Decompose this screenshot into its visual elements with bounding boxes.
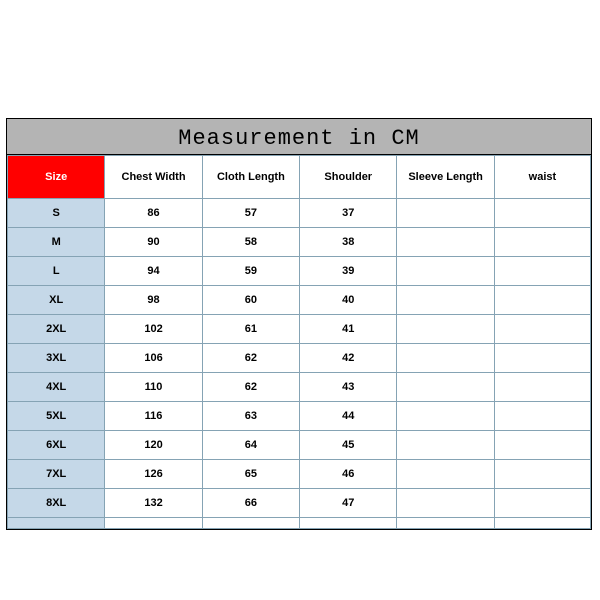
cell-cloth_length: 60 — [202, 286, 299, 315]
cell-sleeve_length — [397, 257, 494, 286]
cell-cloth_length: 62 — [202, 344, 299, 373]
cell-size: 7XL — [8, 460, 105, 489]
cell-chest_width: 86 — [105, 199, 202, 228]
table-row: L945939 — [8, 257, 591, 286]
cell-cloth_length: 66 — [202, 489, 299, 518]
cell-waist — [494, 228, 590, 257]
cell-shoulder: 47 — [300, 489, 397, 518]
cell-chest_width: 94 — [105, 257, 202, 286]
cell-shoulder: 44 — [300, 402, 397, 431]
table-row: M905838 — [8, 228, 591, 257]
cell-size: 3XL — [8, 344, 105, 373]
cell-cloth_length: 62 — [202, 373, 299, 402]
cell-sleeve_length — [397, 199, 494, 228]
cell-sleeve_length — [397, 402, 494, 431]
table-row: 8XL1326647 — [8, 489, 591, 518]
cell-shoulder: 42 — [300, 344, 397, 373]
cell-cloth_length: 61 — [202, 315, 299, 344]
cell-size: 6XL — [8, 431, 105, 460]
table-row: 3XL1066242 — [8, 344, 591, 373]
cell-chest_width: 98 — [105, 286, 202, 315]
cell-sleeve_length — [397, 489, 494, 518]
cell-size: 8XL — [8, 489, 105, 518]
spacer-cell — [300, 518, 397, 529]
cell-waist — [494, 489, 590, 518]
spacer-cell — [105, 518, 202, 529]
cell-shoulder: 43 — [300, 373, 397, 402]
cell-sleeve_length — [397, 315, 494, 344]
cell-cloth_length: 59 — [202, 257, 299, 286]
cell-shoulder: 41 — [300, 315, 397, 344]
cell-cloth_length: 57 — [202, 199, 299, 228]
cell-sleeve_length — [397, 460, 494, 489]
col-header-shoulder: Shoulder — [300, 156, 397, 199]
cell-sleeve_length — [397, 373, 494, 402]
cell-size: 5XL — [8, 402, 105, 431]
cell-shoulder: 38 — [300, 228, 397, 257]
header-row: Size Chest Width Cloth Length Shoulder S… — [8, 156, 591, 199]
col-header-waist: waist — [494, 156, 590, 199]
cell-chest_width: 106 — [105, 344, 202, 373]
table-row: 2XL1026141 — [8, 315, 591, 344]
cell-sleeve_length — [397, 286, 494, 315]
table-row: 7XL1266546 — [8, 460, 591, 489]
cell-chest_width: 126 — [105, 460, 202, 489]
cell-chest_width: 116 — [105, 402, 202, 431]
cell-chest_width: 132 — [105, 489, 202, 518]
spacer-row — [8, 518, 591, 529]
spacer-cell — [397, 518, 494, 529]
cell-size: 2XL — [8, 315, 105, 344]
table-row: S865737 — [8, 199, 591, 228]
cell-size: L — [8, 257, 105, 286]
cell-chest_width: 90 — [105, 228, 202, 257]
spacer-cell — [494, 518, 590, 529]
cell-waist — [494, 257, 590, 286]
cell-waist — [494, 286, 590, 315]
cell-size: 4XL — [8, 373, 105, 402]
cell-waist — [494, 460, 590, 489]
cell-waist — [494, 315, 590, 344]
cell-size: XL — [8, 286, 105, 315]
cell-shoulder: 37 — [300, 199, 397, 228]
measurement-table-frame: Measurement in CM Size Chest Width Cloth… — [6, 118, 592, 530]
cell-waist — [494, 344, 590, 373]
col-header-size: Size — [8, 156, 105, 199]
cell-size: S — [8, 199, 105, 228]
cell-waist — [494, 199, 590, 228]
cell-cloth_length: 64 — [202, 431, 299, 460]
col-header-cloth-length: Cloth Length — [202, 156, 299, 199]
cell-sleeve_length — [397, 431, 494, 460]
cell-sleeve_length — [397, 228, 494, 257]
cell-chest_width: 102 — [105, 315, 202, 344]
cell-chest_width: 110 — [105, 373, 202, 402]
col-header-sleeve-length: Sleeve Length — [397, 156, 494, 199]
cell-sleeve_length — [397, 344, 494, 373]
spacer-cell — [202, 518, 299, 529]
spacer-cell — [8, 518, 105, 529]
cell-waist — [494, 431, 590, 460]
col-header-chest-width: Chest Width — [105, 156, 202, 199]
cell-shoulder: 39 — [300, 257, 397, 286]
cell-shoulder: 45 — [300, 431, 397, 460]
cell-shoulder: 40 — [300, 286, 397, 315]
cell-cloth_length: 63 — [202, 402, 299, 431]
cell-chest_width: 120 — [105, 431, 202, 460]
table-row: 5XL1166344 — [8, 402, 591, 431]
cell-shoulder: 46 — [300, 460, 397, 489]
cell-cloth_length: 65 — [202, 460, 299, 489]
table-row: XL986040 — [8, 286, 591, 315]
cell-waist — [494, 373, 590, 402]
table-title: Measurement in CM — [7, 119, 591, 155]
cell-cloth_length: 58 — [202, 228, 299, 257]
table-row: 6XL1206445 — [8, 431, 591, 460]
cell-size: M — [8, 228, 105, 257]
cell-waist — [494, 402, 590, 431]
measurement-table: Size Chest Width Cloth Length Shoulder S… — [7, 155, 591, 529]
table-row: 4XL1106243 — [8, 373, 591, 402]
